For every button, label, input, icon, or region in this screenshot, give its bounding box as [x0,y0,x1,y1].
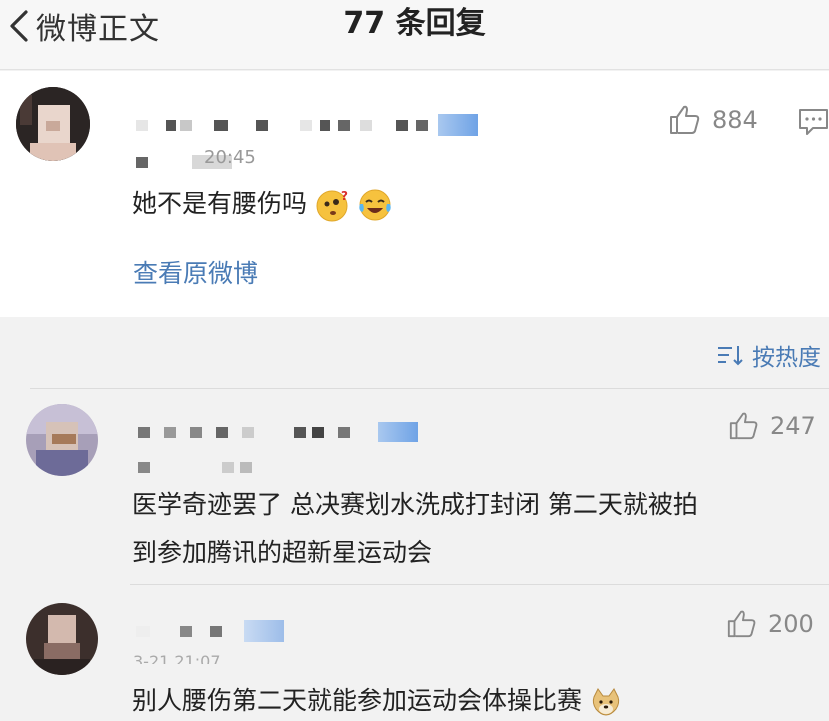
username-mosaic[interactable] [136,620,284,642]
laughing-crying-face-icon [359,189,391,221]
sort-by-hot-button[interactable]: 按热度 [716,338,821,372]
svg-text:?: ? [341,189,348,203]
comment-text: 她不是有腰伤吗 ? [132,183,393,225]
view-original-link[interactable]: 查看原微博 [133,254,258,290]
thumbs-up-icon [729,412,758,440]
divider [30,388,829,389]
sort-label: 按热度 [752,345,821,371]
like-count: 200 [768,610,814,638]
like-count: 247 [770,412,816,440]
like-button[interactable]: 200 [726,608,814,640]
doge-face-icon [592,688,620,716]
time-mosaic [138,462,252,473]
top-nav-bar: 微博正文 77 条回复 [0,0,829,70]
avatar[interactable] [26,404,98,476]
divider [130,584,829,585]
thumbs-up-icon [727,610,756,638]
reply-text: 医学奇迹罢了 总决赛划水洗成打封闭 第二天就被拍 到参加腾讯的超新星运动会 [132,490,698,567]
avatar[interactable] [16,87,90,161]
reply-text: 别人腰伤第二天就能参加运动会体操比赛 [132,680,622,721]
like-button[interactable]: 884 [668,103,758,137]
like-button[interactable]: 247 [728,410,816,442]
avatar[interactable] [26,603,98,675]
username-mosaic[interactable] [138,422,418,442]
comment-bubble-icon[interactable] [798,107,829,137]
comment-time: 20:45 [204,147,256,168]
thumbs-up-icon [670,105,700,134]
sort-icon [718,346,743,366]
like-count: 884 [712,106,758,134]
page-title: 77 条回复 [343,6,486,41]
confused-face-icon: ? [316,189,348,222]
reply-time: 3-21 21:07 [133,652,221,664]
username-mosaic[interactable] [136,114,478,136]
main-comment-card: 20:45 她不是有腰伤吗 ? 查看原微博 884 [0,71,829,317]
